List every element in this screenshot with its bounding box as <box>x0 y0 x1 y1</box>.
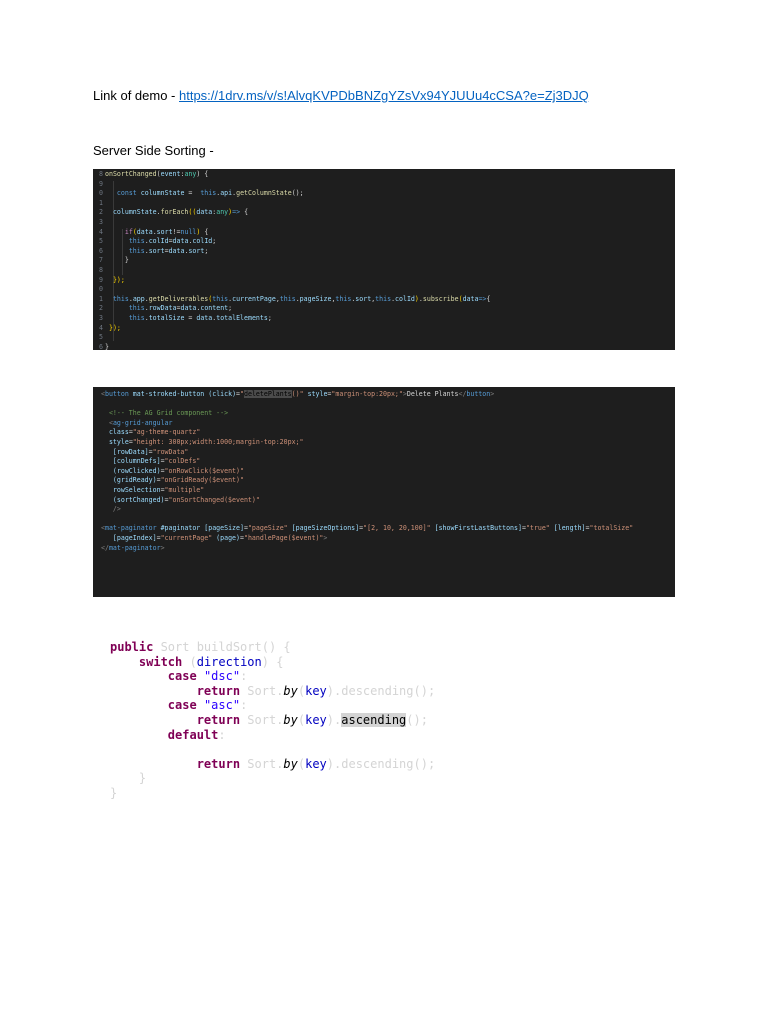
code-line: columnState.forEach((data:any)=> { <box>112 208 249 217</box>
code-line: </mat-paginator> <box>101 543 165 552</box>
code-screenshot-sort-changed: 8 9 0 1 2 3 4 5 6 7 8 9 0 1 2 3 4 5 6 on… <box>93 169 675 350</box>
line-number-gutter: 8 9 0 1 2 3 4 5 6 7 8 9 0 1 2 3 4 5 6 <box>99 170 103 350</box>
code-line: [pageIndex]="currentPage" (page)="handle… <box>112 533 328 542</box>
code-line: (sortChanged)="onSortChanged($event)" <box>112 495 260 504</box>
code-line: } <box>110 771 147 786</box>
code-line: [columnDefs]="colDefs" <box>112 457 201 466</box>
code-line: case "asc": <box>167 698 248 713</box>
code-line: return Sort.by(key).ascending(); <box>196 712 428 727</box>
code-line: } <box>110 785 118 800</box>
code-line: onSortChanged(event:any) { <box>105 170 209 178</box>
code-line: this.rowData=data.content; <box>128 304 233 313</box>
code-line: this.sort=data.sort; <box>128 246 209 255</box>
java-build-sort-code: public Sort buildSort() { switch (direct… <box>110 640 435 801</box>
code-line: this.totalSize = data.totalElements; <box>128 313 272 322</box>
code-line: <ag-grid-angular <box>108 418 173 427</box>
code-line: switch (direction) { <box>138 654 284 669</box>
code-line: public Sort buildSort() { <box>110 640 291 654</box>
code-line: } <box>105 342 109 350</box>
code-line: case "dsc": <box>167 669 248 684</box>
code-line: <!-- The AG Grid component --> <box>108 409 229 418</box>
code-line: default: <box>167 727 226 742</box>
code-line: <mat-paginator #paginator [pageSize]="pa… <box>101 524 634 533</box>
code-line: (rowClicked)="onRowClick($event)" <box>112 466 244 475</box>
code-line: } <box>105 256 129 265</box>
code-text: <button mat-stroked-button (click)="dele… <box>101 387 675 553</box>
code-line: class="ag-theme-quartz" <box>108 428 201 437</box>
code-line: }); <box>112 275 125 284</box>
code-line: this.app.getDeliverables(this.currentPag… <box>112 294 491 303</box>
code-line: const columnState = this.api.getColumnSt… <box>116 189 304 198</box>
demo-link-line: Link of demo - https://1drv.ms/v/s!AlvqK… <box>93 88 589 103</box>
code-line: (gridReady)="onGridReady($event)" <box>112 476 244 485</box>
code-line: /> <box>112 505 121 514</box>
code-line: style="height: 300px;width:1000;margin-t… <box>108 437 304 446</box>
code-line: }); <box>108 323 121 332</box>
code-line: return Sort.by(key).descending(); <box>196 683 436 698</box>
code-screenshot-ag-grid-template: <button mat-stroked-button (click)="dele… <box>93 387 675 597</box>
code-line: <button mat-stroked-button (click)="dele… <box>101 390 495 398</box>
code-line: [rowData]="rowData" <box>112 447 189 456</box>
code-line: if(data.sort!=null) { <box>124 227 209 236</box>
code-line: this.colId=data.colId; <box>128 237 217 246</box>
code-line: return Sort.by(key).descending(); <box>196 756 436 771</box>
demo-link[interactable]: https://1drv.ms/v/s!AlvqKVPDbBNZgYZsVx94… <box>179 88 589 103</box>
section-heading: Server Side Sorting - <box>93 143 214 158</box>
code-line: rowSelection="multiple" <box>112 485 205 494</box>
demo-link-label: Link of demo - <box>93 88 179 103</box>
code-text: onSortChanged(event:any) { const columnS… <box>105 169 675 350</box>
